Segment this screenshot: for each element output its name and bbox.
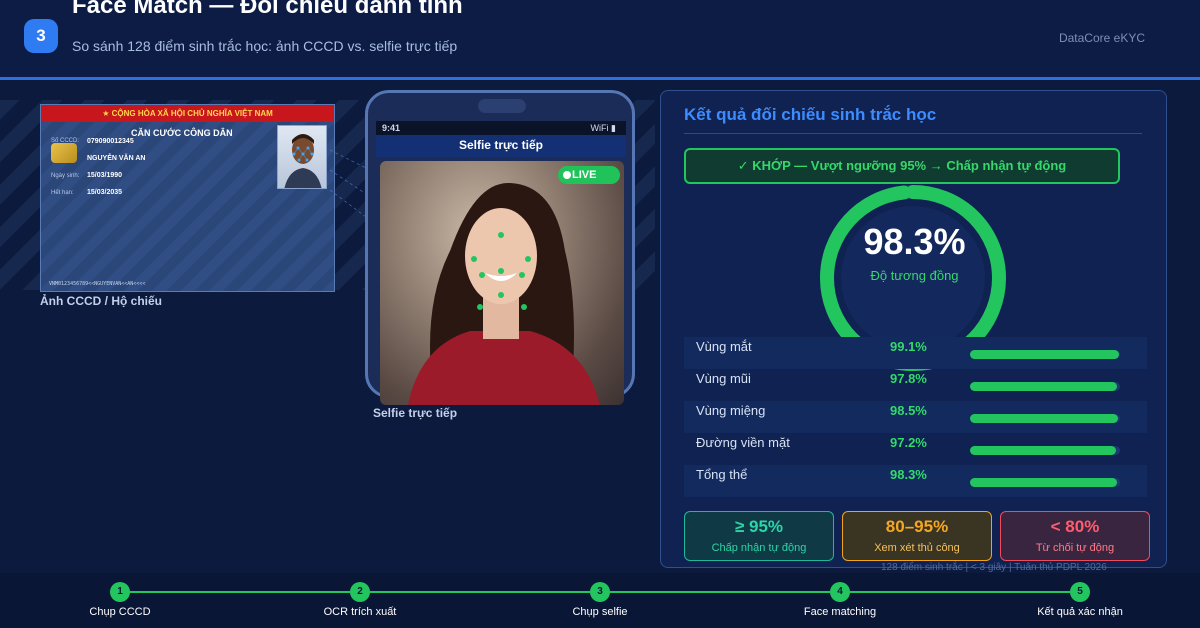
page-title: Face Match — Đối chiếu danh tính bbox=[72, 0, 463, 19]
pipeline-step-label: OCR trích xuất bbox=[323, 606, 397, 618]
result-title: Kết quả đối chiếu sinh trắc học bbox=[684, 105, 937, 124]
pipeline-step-1: 1 Chụp CCCD bbox=[20, 582, 220, 618]
live-label: LIVE bbox=[572, 169, 597, 181]
expiry-label: Hết hạn: bbox=[51, 190, 74, 196]
region-row: Đường viền mặt 97.2% bbox=[684, 433, 1147, 465]
id-portrait-photo bbox=[277, 125, 327, 189]
region-name: Vùng mắt bbox=[696, 339, 752, 354]
region-bar-track bbox=[970, 414, 1120, 423]
threshold-review-value: 80–95% bbox=[885, 517, 949, 536]
region-row: Vùng miệng 98.5% bbox=[684, 401, 1147, 433]
id-card-caption: Ảnh CCCD / Hộ chiếu bbox=[40, 294, 162, 308]
pipeline-step-label: Chụp selfie bbox=[572, 606, 628, 618]
pipeline-step-2: 2 OCR trích xuất bbox=[260, 582, 460, 618]
similarity-label: Độ tương đồng bbox=[870, 268, 959, 283]
region-bar-track bbox=[970, 350, 1120, 359]
live-dot-icon bbox=[563, 171, 571, 179]
threshold-review-label: Xem xét thủ công bbox=[874, 542, 960, 554]
threshold-accept-label: Chấp nhận tự động bbox=[711, 542, 807, 554]
chip-icon bbox=[51, 143, 77, 163]
region-value: 97.8% bbox=[890, 371, 927, 386]
region-value: 97.2% bbox=[890, 435, 927, 450]
match-verdict-banner: ✓ KHỚP — Vượt ngưỡng 95% → Chấp nhận tự … bbox=[684, 148, 1120, 184]
region-row: Tổng thể 98.3% bbox=[684, 465, 1147, 497]
dob-label: Ngày sinh: bbox=[51, 173, 80, 179]
dob-value: 15/03/1990 bbox=[87, 172, 123, 179]
selfie-screen-title: Selfie trực tiếp bbox=[376, 135, 626, 157]
pipeline-step-number: 3 bbox=[590, 582, 610, 602]
id-card-image: ★ CỘNG HÒA XÃ HỘI CHỦ NGHĨA VIỆT NAM CĂN… bbox=[40, 104, 335, 292]
region-row: Vùng mắt 99.1% bbox=[684, 337, 1147, 369]
phone-notch bbox=[478, 99, 526, 113]
region-bar-fill bbox=[970, 350, 1119, 359]
pipeline-step-3: 3 Chụp selfie bbox=[500, 582, 700, 618]
pipeline-step-4: 4 Face matching bbox=[740, 582, 940, 618]
region-bar-track bbox=[970, 382, 1120, 391]
region-bar-track bbox=[970, 446, 1120, 455]
id-number-label: Số CCCD: bbox=[51, 138, 80, 144]
pipeline-step-label: Kết quả xác nhận bbox=[1037, 606, 1123, 618]
header: 3 Face Match — Đối chiếu danh tính So sá… bbox=[0, 0, 1200, 80]
id-card-heading: CĂN CƯỚC CÔNG DÂN bbox=[131, 128, 233, 138]
region-row: Vùng mũi 97.8% bbox=[684, 369, 1147, 401]
region-bar-fill bbox=[970, 382, 1117, 391]
pipeline-footer: 1 Chụp CCCD 2 OCR trích xuất 3 Chụp self… bbox=[0, 573, 1200, 628]
region-name: Tổng thể bbox=[696, 467, 748, 482]
region-value: 98.5% bbox=[890, 403, 927, 418]
threshold-reject: < 80% Từ chối tự động bbox=[1000, 511, 1150, 561]
region-name: Vùng miệng bbox=[696, 403, 766, 418]
brand-label: DataCore eKYC bbox=[1058, 31, 1145, 45]
pipeline-step-label: Face matching bbox=[803, 606, 877, 618]
pipeline-step-number: 5 bbox=[1070, 582, 1090, 602]
result-panel: Kết quả đối chiếu sinh trắc học ✓ KHỚP —… bbox=[660, 90, 1167, 568]
threshold-reject-label: Từ chối tự động bbox=[1035, 542, 1115, 554]
selfie-caption: Selfie trực tiếp bbox=[373, 406, 458, 420]
phone-status-bar: 9:41 WiFi ▮ bbox=[376, 121, 626, 135]
selfie-portrait-icon bbox=[408, 182, 600, 405]
id-number-value: 079090012345 bbox=[87, 138, 134, 145]
pipeline-step-label: Chụp CCCD bbox=[89, 606, 151, 618]
pipeline-step-number: 1 bbox=[110, 582, 130, 602]
status-time: 9:41 bbox=[382, 123, 401, 133]
phone-frame: 9:41 WiFi ▮ Selfie trực tiếp LIVE bbox=[365, 90, 635, 405]
selfie-photo: LIVE bbox=[380, 161, 624, 405]
pipeline-step-5: 5 Kết quả xác nhận bbox=[980, 582, 1180, 618]
portrait-icon bbox=[284, 134, 322, 188]
step-badge: 3 bbox=[24, 19, 58, 53]
live-badge: LIVE bbox=[558, 166, 620, 184]
region-bar-fill bbox=[970, 414, 1118, 423]
mrz-line: VNM0123456789<<NGUYENVAN<<AN<<<< bbox=[49, 281, 146, 287]
pipeline-step-number: 2 bbox=[350, 582, 370, 602]
threshold-reject-value: < 80% bbox=[1050, 517, 1100, 536]
result-footnote: 128 điểm sinh trắc | < 3 giây | Tuân thủ… bbox=[881, 562, 1107, 573]
expiry-value: 15/03/2035 bbox=[87, 189, 123, 196]
region-bar-fill bbox=[970, 446, 1116, 455]
region-value: 99.1% bbox=[890, 339, 927, 354]
region-name: Vùng mũi bbox=[696, 371, 751, 386]
similarity-score: 98.3% bbox=[863, 221, 966, 262]
wifi-icon: WiFi ▮ bbox=[590, 123, 616, 133]
id-name-value: NGUYỄN VĂN AN bbox=[87, 155, 146, 162]
threshold-accept-value: ≥ 95% bbox=[734, 517, 784, 536]
region-bar-fill bbox=[970, 478, 1118, 487]
result-divider bbox=[684, 133, 1142, 134]
id-card-banner: ★ CỘNG HÒA XÃ HỘI CHỦ NGHĨA VIỆT NAM bbox=[41, 105, 334, 122]
page-subtitle: So sánh 128 điểm sinh trắc học: ảnh CCCD… bbox=[72, 38, 458, 54]
region-score-list: Vùng mắt 99.1% Vùng mũi 97.8% Vùng miệng… bbox=[684, 337, 1147, 497]
pipeline-step-number: 4 bbox=[830, 582, 850, 602]
threshold-review: 80–95% Xem xét thủ công bbox=[842, 511, 992, 561]
region-bar-track bbox=[970, 478, 1120, 487]
region-name: Đường viền mặt bbox=[696, 435, 790, 450]
region-value: 98.3% bbox=[890, 467, 927, 482]
threshold-accept: ≥ 95% Chấp nhận tự động bbox=[684, 511, 834, 561]
